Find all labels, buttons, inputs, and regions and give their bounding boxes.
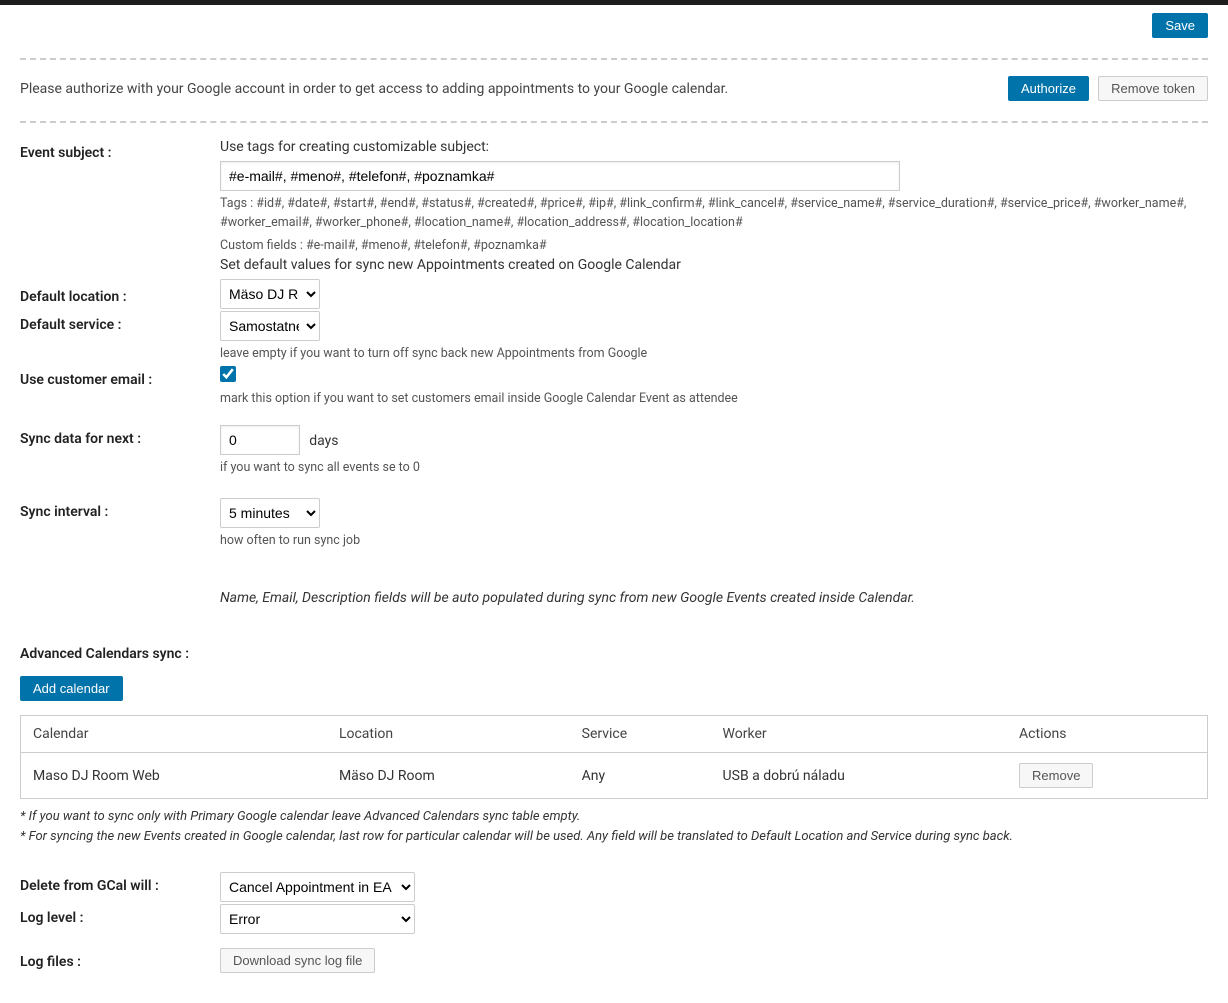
- col-service: Service: [570, 716, 711, 753]
- sync-next-suffix: days: [309, 433, 338, 449]
- default-location-select[interactable]: Mäso DJ Ro: [220, 279, 320, 309]
- log-files-row: Log files : Download sync log file: [20, 948, 1208, 973]
- advanced-calendars-label: Advanced Calendars sync :: [20, 646, 1208, 662]
- col-worker: Worker: [711, 716, 1008, 753]
- event-subject-intro: Use tags for creating customizable subje…: [220, 139, 1208, 155]
- event-subject-label: Event subject :: [20, 139, 220, 161]
- sync-next-label: Sync data for next :: [20, 425, 220, 447]
- delete-gcal-row: Delete from GCal will : Cancel Appointme…: [20, 872, 1208, 902]
- default-service-select[interactable]: Samostatné: [220, 311, 320, 341]
- sync-interval-select[interactable]: 5 minutes: [220, 498, 320, 528]
- log-level-label: Log level :: [20, 904, 220, 926]
- delete-gcal-select[interactable]: Cancel Appointment in EA: [220, 872, 415, 902]
- log-level-row: Log level : Error: [20, 904, 1208, 934]
- use-customer-email-row: Use customer email : mark this option if…: [20, 366, 1208, 409]
- log-level-select[interactable]: Error: [220, 904, 415, 934]
- log-files-label: Log files :: [20, 948, 220, 970]
- advanced-calendars-table: Calendar Location Service Worker Actions…: [20, 715, 1208, 799]
- remove-calendar-button[interactable]: Remove: [1019, 763, 1093, 788]
- sync-interval-row: Sync interval : 5 minutes how often to r…: [20, 498, 1208, 551]
- divider: [20, 121, 1208, 123]
- settings-page: Save Please authorize with your Google a…: [0, 0, 1228, 1003]
- cell-service: Any: [570, 753, 711, 799]
- default-service-help: leave empty if you want to turn off sync…: [220, 345, 1208, 364]
- default-location-label: Default location :: [20, 283, 220, 305]
- advanced-footnote-1: * If you want to sync only with Primary …: [20, 807, 1208, 827]
- event-subject-row: Event subject : Use tags for creating cu…: [20, 139, 1208, 255]
- auto-populate-note: Name, Email, Description fields will be …: [220, 590, 1208, 606]
- use-customer-email-help: mark this option if you want to set cust…: [220, 390, 1208, 409]
- download-log-button[interactable]: Download sync log file: [220, 948, 375, 973]
- auth-buttons: Authorize Remove token: [1002, 76, 1208, 101]
- remove-token-button[interactable]: Remove token: [1098, 76, 1208, 101]
- auto-populate-row: Name, Email, Description fields will be …: [20, 566, 1208, 606]
- event-subject-tags: Tags : #id#, #date#, #start#, #end#, #st…: [220, 195, 1208, 233]
- advanced-footnote-2: * For syncing the new Events created in …: [20, 827, 1208, 847]
- cell-worker: USB a dobrú náladu: [711, 753, 1008, 799]
- col-location: Location: [327, 716, 570, 753]
- event-subject-custom-fields: Custom fields : #e-mail#, #meno#, #telef…: [220, 237, 1208, 256]
- divider: [20, 58, 1208, 60]
- cell-location: Mäso DJ Room: [327, 753, 570, 799]
- default-location-row: Default location : Set default values fo…: [20, 283, 1208, 309]
- save-button[interactable]: Save: [1152, 13, 1208, 38]
- event-subject-input[interactable]: [220, 161, 900, 191]
- auth-row: Please authorize with your Google accoun…: [20, 66, 1208, 115]
- add-calendar-button[interactable]: Add calendar: [20, 676, 123, 701]
- sync-interval-help: how often to run sync job: [220, 532, 1208, 551]
- default-service-label: Default service :: [20, 311, 220, 333]
- auth-message: Please authorize with your Google accoun…: [20, 81, 728, 97]
- sync-interval-label: Sync interval :: [20, 498, 220, 520]
- sync-next-help: if you want to sync all events se to 0: [220, 459, 1208, 478]
- cell-calendar: Maso DJ Room Web: [21, 753, 327, 799]
- col-actions: Actions: [1007, 716, 1207, 753]
- top-toolbar: Save: [20, 5, 1208, 52]
- delete-gcal-label: Delete from GCal will :: [20, 872, 220, 894]
- col-calendar: Calendar: [21, 716, 327, 753]
- use-customer-email-label: Use customer email :: [20, 366, 220, 388]
- table-row: Maso DJ Room Web Mäso DJ Room Any USB a …: [21, 753, 1208, 799]
- sync-next-input[interactable]: [220, 425, 300, 455]
- sync-next-row: Sync data for next : days if you want to…: [20, 425, 1208, 478]
- cell-actions: Remove: [1007, 753, 1207, 799]
- authorize-button[interactable]: Authorize: [1008, 76, 1089, 101]
- use-customer-email-checkbox[interactable]: [220, 366, 236, 382]
- default-location-intro: Set default values for sync new Appointm…: [220, 257, 1208, 273]
- default-service-row: Default service : Samostatné leave empty…: [20, 311, 1208, 364]
